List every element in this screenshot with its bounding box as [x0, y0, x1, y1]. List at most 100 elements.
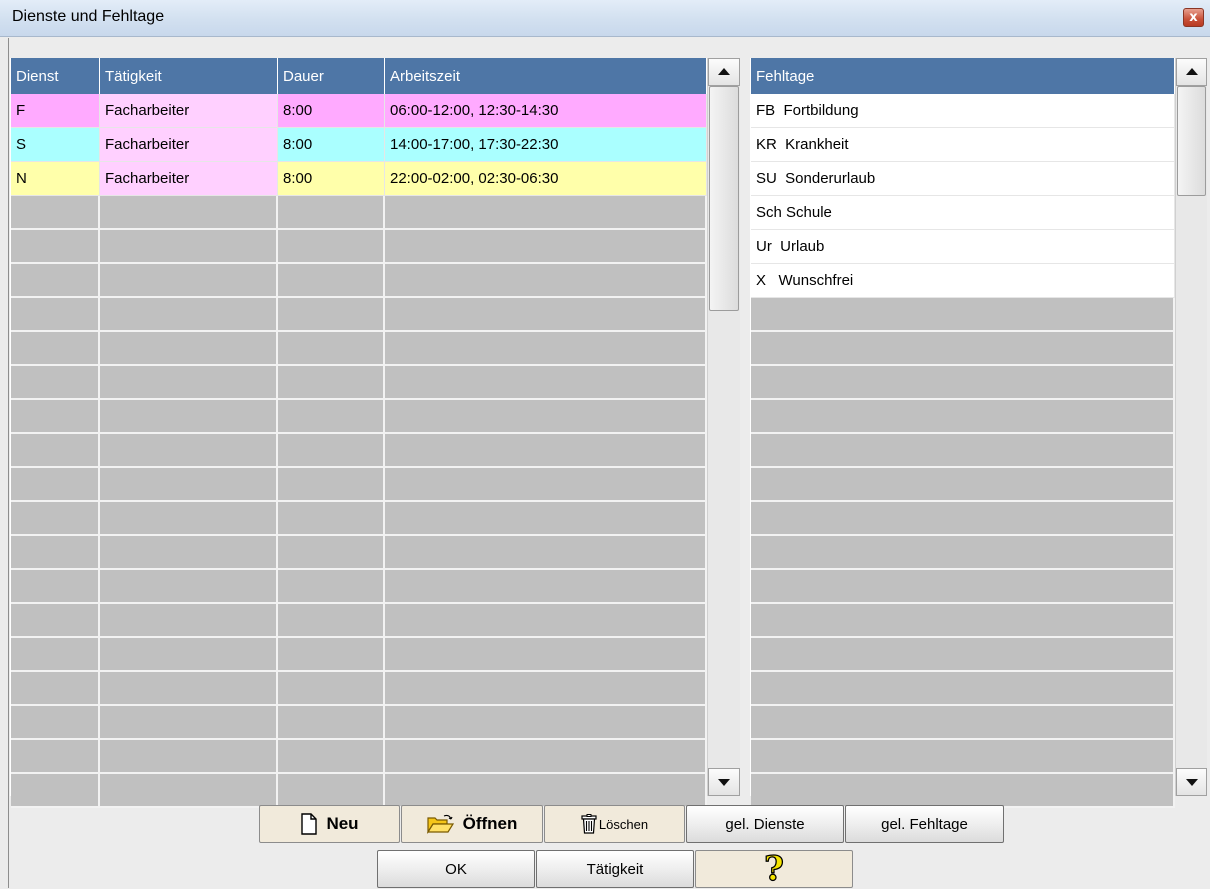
- table-row[interactable]: [11, 740, 707, 774]
- dauer-cell[interactable]: [278, 502, 385, 536]
- list-item[interactable]: Sch Schule: [751, 196, 1175, 230]
- taetigkeit-cell[interactable]: [100, 332, 278, 366]
- table-row[interactable]: [11, 400, 707, 434]
- table-row[interactable]: [11, 196, 707, 230]
- taetigkeit-cell[interactable]: Facharbeiter: [100, 128, 278, 162]
- fehltag-cell[interactable]: [751, 570, 1175, 604]
- arbeitszeit-cell[interactable]: [385, 706, 707, 740]
- taetigkeit-cell[interactable]: [100, 400, 278, 434]
- table-row[interactable]: [11, 264, 707, 298]
- dienst-cell[interactable]: [11, 366, 100, 400]
- scroll-thumb[interactable]: [1177, 86, 1206, 196]
- fehltag-cell[interactable]: [751, 536, 1175, 570]
- dienst-cell[interactable]: [11, 468, 100, 502]
- arbeitszeit-cell[interactable]: [385, 468, 707, 502]
- taetigkeit-cell[interactable]: [100, 502, 278, 536]
- close-button[interactable]: x: [1183, 8, 1204, 27]
- dauer-cell[interactable]: [278, 570, 385, 604]
- list-item[interactable]: [751, 468, 1175, 502]
- fehltag-cell[interactable]: SU Sonderurlaub: [751, 162, 1175, 196]
- dienst-cell[interactable]: [11, 604, 100, 638]
- scroll-down-button[interactable]: [708, 768, 740, 796]
- dauer-cell[interactable]: [278, 196, 385, 230]
- dienst-cell[interactable]: [11, 774, 100, 808]
- dienst-cell[interactable]: [11, 570, 100, 604]
- dauer-cell[interactable]: [278, 400, 385, 434]
- gel-fehltage-button[interactable]: gel. Fehltage: [845, 805, 1004, 843]
- dauer-cell[interactable]: [278, 638, 385, 672]
- arbeitszeit-cell[interactable]: 22:00-02:00, 02:30-06:30: [385, 162, 707, 196]
- fehltag-cell[interactable]: [751, 298, 1175, 332]
- dienst-cell[interactable]: [11, 196, 100, 230]
- column-header-dienst[interactable]: Dienst: [11, 58, 100, 94]
- taetigkeit-cell[interactable]: [100, 570, 278, 604]
- fehltag-cell[interactable]: [751, 502, 1175, 536]
- help-button[interactable]: ?: [695, 850, 853, 888]
- table-row[interactable]: [11, 298, 707, 332]
- fehltag-cell[interactable]: X Wunschfrei: [751, 264, 1175, 298]
- taetigkeit-button[interactable]: Tätigkeit: [536, 850, 694, 888]
- dienst-cell[interactable]: [11, 502, 100, 536]
- arbeitszeit-cell[interactable]: 14:00-17:00, 17:30-22:30: [385, 128, 707, 162]
- dauer-cell[interactable]: [278, 366, 385, 400]
- arbeitszeit-cell[interactable]: [385, 434, 707, 468]
- table-row[interactable]: N Facharbeiter 8:00 22:00-02:00, 02:30-06:3…: [11, 162, 707, 196]
- list-item[interactable]: [751, 502, 1175, 536]
- taetigkeit-cell[interactable]: [100, 298, 278, 332]
- arbeitszeit-cell[interactable]: [385, 774, 707, 808]
- arbeitszeit-cell[interactable]: [385, 298, 707, 332]
- table-row[interactable]: [11, 366, 707, 400]
- taetigkeit-cell[interactable]: [100, 196, 278, 230]
- fehltag-cell[interactable]: [751, 740, 1175, 774]
- scroll-thumb[interactable]: [709, 86, 739, 311]
- oeffnen-button[interactable]: Öffnen: [401, 805, 543, 843]
- arbeitszeit-cell[interactable]: 06:00-12:00, 12:30-14:30: [385, 94, 707, 128]
- fehltag-cell[interactable]: Ur Urlaub: [751, 230, 1175, 264]
- dienst-cell[interactable]: [11, 672, 100, 706]
- taetigkeit-cell[interactable]: [100, 638, 278, 672]
- taetigkeit-cell[interactable]: [100, 774, 278, 808]
- taetigkeit-cell[interactable]: Facharbeiter: [100, 94, 278, 128]
- fehltag-cell[interactable]: [751, 638, 1175, 672]
- list-item[interactable]: [751, 536, 1175, 570]
- table-row[interactable]: [11, 332, 707, 366]
- dauer-cell[interactable]: [278, 536, 385, 570]
- list-item[interactable]: [751, 366, 1175, 400]
- list-item[interactable]: Ur Urlaub: [751, 230, 1175, 264]
- table-row[interactable]: [11, 434, 707, 468]
- list-item[interactable]: [751, 434, 1175, 468]
- arbeitszeit-cell[interactable]: [385, 536, 707, 570]
- dienst-cell[interactable]: F: [11, 94, 100, 128]
- fehltag-cell[interactable]: [751, 706, 1175, 740]
- dienst-cell[interactable]: N: [11, 162, 100, 196]
- taetigkeit-cell[interactable]: [100, 604, 278, 638]
- dienst-cell[interactable]: [11, 706, 100, 740]
- fehltag-cell[interactable]: [751, 774, 1175, 808]
- arbeitszeit-cell[interactable]: [385, 604, 707, 638]
- column-header-fehltage[interactable]: Fehltage: [751, 58, 1175, 94]
- fehltag-cell[interactable]: [751, 672, 1175, 706]
- fehltag-cell[interactable]: [751, 604, 1175, 638]
- list-item[interactable]: [751, 570, 1175, 604]
- table-row[interactable]: [11, 638, 707, 672]
- arbeitszeit-cell[interactable]: [385, 638, 707, 672]
- fehltag-cell[interactable]: [751, 366, 1175, 400]
- dauer-cell[interactable]: 8:00: [278, 94, 385, 128]
- arbeitszeit-cell[interactable]: [385, 366, 707, 400]
- arbeitszeit-cell[interactable]: [385, 264, 707, 298]
- taetigkeit-cell[interactable]: [100, 230, 278, 264]
- taetigkeit-cell[interactable]: [100, 366, 278, 400]
- fehltag-cell[interactable]: [751, 468, 1175, 502]
- taetigkeit-cell[interactable]: [100, 264, 278, 298]
- dauer-cell[interactable]: [278, 230, 385, 264]
- dauer-cell[interactable]: [278, 672, 385, 706]
- table-row[interactable]: [11, 774, 707, 808]
- loeschen-button[interactable]: Löschen: [544, 805, 685, 843]
- list-item[interactable]: [751, 604, 1175, 638]
- dauer-cell[interactable]: [278, 468, 385, 502]
- list-item[interactable]: [751, 706, 1175, 740]
- table-row[interactable]: [11, 706, 707, 740]
- ok-button[interactable]: OK: [377, 850, 535, 888]
- dienst-cell[interactable]: S: [11, 128, 100, 162]
- column-header-taetigkeit[interactable]: Tätigkeit: [100, 58, 278, 94]
